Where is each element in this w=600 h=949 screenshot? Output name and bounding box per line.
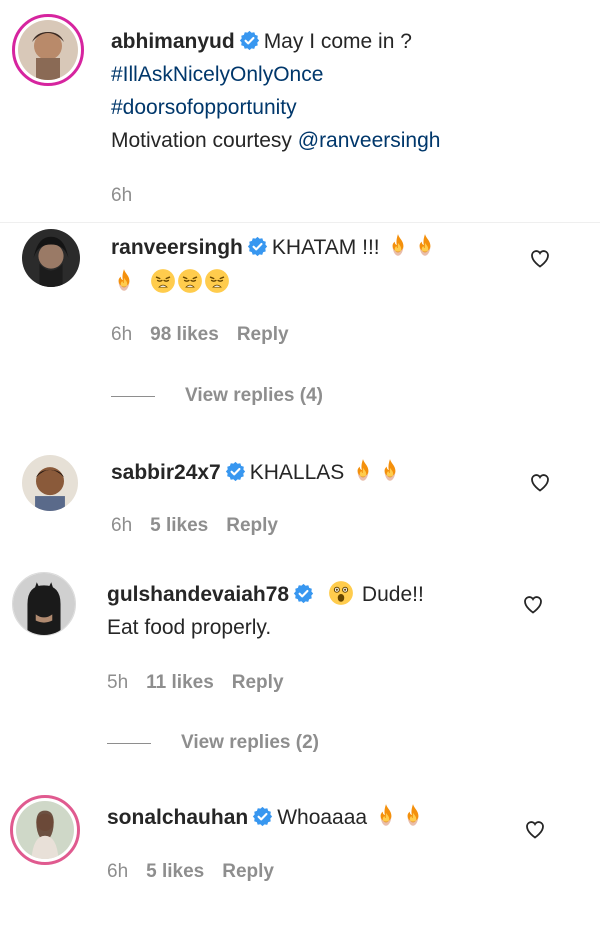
comment-text: KHATAM !!! [271, 236, 380, 259]
avatar-sabbir24x7[interactable] [22, 455, 78, 511]
comment-text: KHALLAS [249, 461, 345, 484]
like-heart-icon[interactable] [528, 470, 552, 494]
likes-count[interactable]: 5 likes [146, 861, 204, 882]
like-heart-icon[interactable] [521, 592, 545, 616]
view-replies-button[interactable]: View replies (2) [107, 732, 319, 754]
astonished-face-icon [328, 580, 354, 606]
avatar-abhimanyud[interactable] [12, 14, 84, 86]
comment-text-line2: Eat food properly. [107, 616, 272, 639]
comment-meta: 6h 98 likes Reply [111, 324, 307, 346]
caption: abhimanyud May I come in ? #IllAskNicelyO… [111, 25, 581, 157]
profile-photo [16, 801, 74, 859]
replies-line [111, 395, 155, 397]
like-heart-icon[interactable] [523, 817, 547, 841]
profile-photo [13, 573, 75, 635]
caption-time: 6h [111, 185, 133, 206]
likes-count[interactable]: 98 likes [150, 324, 219, 345]
comment-meta: 6h 5 likes Reply [111, 515, 296, 537]
weary-face-icon [204, 268, 230, 294]
verified-badge-icon [252, 806, 273, 827]
fire-icon [111, 268, 137, 294]
reply-button[interactable]: Reply [232, 672, 284, 693]
comment-username[interactable]: gulshandevaiah78 [107, 583, 289, 606]
comment-time: 5h [107, 672, 129, 693]
fire-icon [400, 803, 426, 829]
verified-badge-icon [247, 236, 268, 257]
comment-username[interactable]: sabbir24x7 [111, 461, 221, 484]
mention-link[interactable]: @ranveersingh [298, 129, 441, 152]
comment-body: gulshandevaiah78 Dude!! Eat food properl… [107, 578, 527, 644]
profile-photo [18, 20, 78, 80]
weary-face-icon [177, 268, 203, 294]
likes-count[interactable]: 5 likes [150, 515, 208, 536]
caption-username[interactable]: abhimanyud [111, 30, 235, 53]
profile-photo [22, 229, 80, 287]
reply-button[interactable]: Reply [222, 861, 274, 882]
verified-badge-icon [225, 461, 246, 482]
fire-icon [373, 803, 399, 829]
comment-username[interactable]: ranveersingh [111, 236, 243, 259]
like-heart-icon[interactable] [528, 246, 552, 270]
fire-icon [412, 233, 438, 259]
comment-body: sonalchauhan Whoaaaa [107, 801, 527, 834]
view-replies-label: View replies (2) [181, 732, 319, 753]
view-replies-button[interactable]: View replies (4) [111, 385, 323, 407]
comment-username[interactable]: sonalchauhan [107, 806, 248, 829]
fire-icon [377, 458, 403, 484]
likes-count[interactable]: 11 likes [146, 672, 214, 693]
comment-body: ranveersingh KHATAM !!! [111, 231, 521, 299]
reply-button[interactable]: Reply [226, 515, 278, 536]
caption-line4: Motivation courtesy [111, 129, 298, 152]
comment-meta: 6h 5 likes Reply [107, 861, 292, 883]
verified-badge-icon [239, 30, 260, 51]
fire-icon [385, 233, 411, 259]
comment-time: 6h [111, 515, 133, 536]
view-replies-label: View replies (4) [185, 385, 323, 406]
comment-time: 6h [107, 861, 129, 882]
reply-button[interactable]: Reply [237, 324, 289, 345]
verified-badge-icon [293, 583, 314, 604]
replies-line [107, 742, 151, 744]
hashtag-link[interactable]: #doorsofopportunity [111, 96, 297, 119]
hashtag-link[interactable]: #IllAskNicelyOnlyOnce [111, 63, 323, 86]
comment-text: Dude!! [361, 583, 424, 606]
avatar-gulshandevaiah78[interactable] [12, 572, 76, 636]
profile-photo [22, 455, 78, 511]
avatar-sonalchauhan[interactable] [10, 795, 80, 865]
comment-meta: 5h 11 likes Reply [107, 672, 302, 694]
comment-body: sabbir24x7 KHALLAS [111, 456, 521, 489]
fire-icon [350, 458, 376, 484]
divider [0, 222, 600, 223]
caption-line1: May I come in ? [263, 30, 412, 53]
weary-face-icon [150, 268, 176, 294]
avatar-ranveersingh[interactable] [22, 229, 80, 287]
comment-text: Whoaaaa [277, 806, 368, 829]
comment-time: 6h [111, 324, 133, 345]
